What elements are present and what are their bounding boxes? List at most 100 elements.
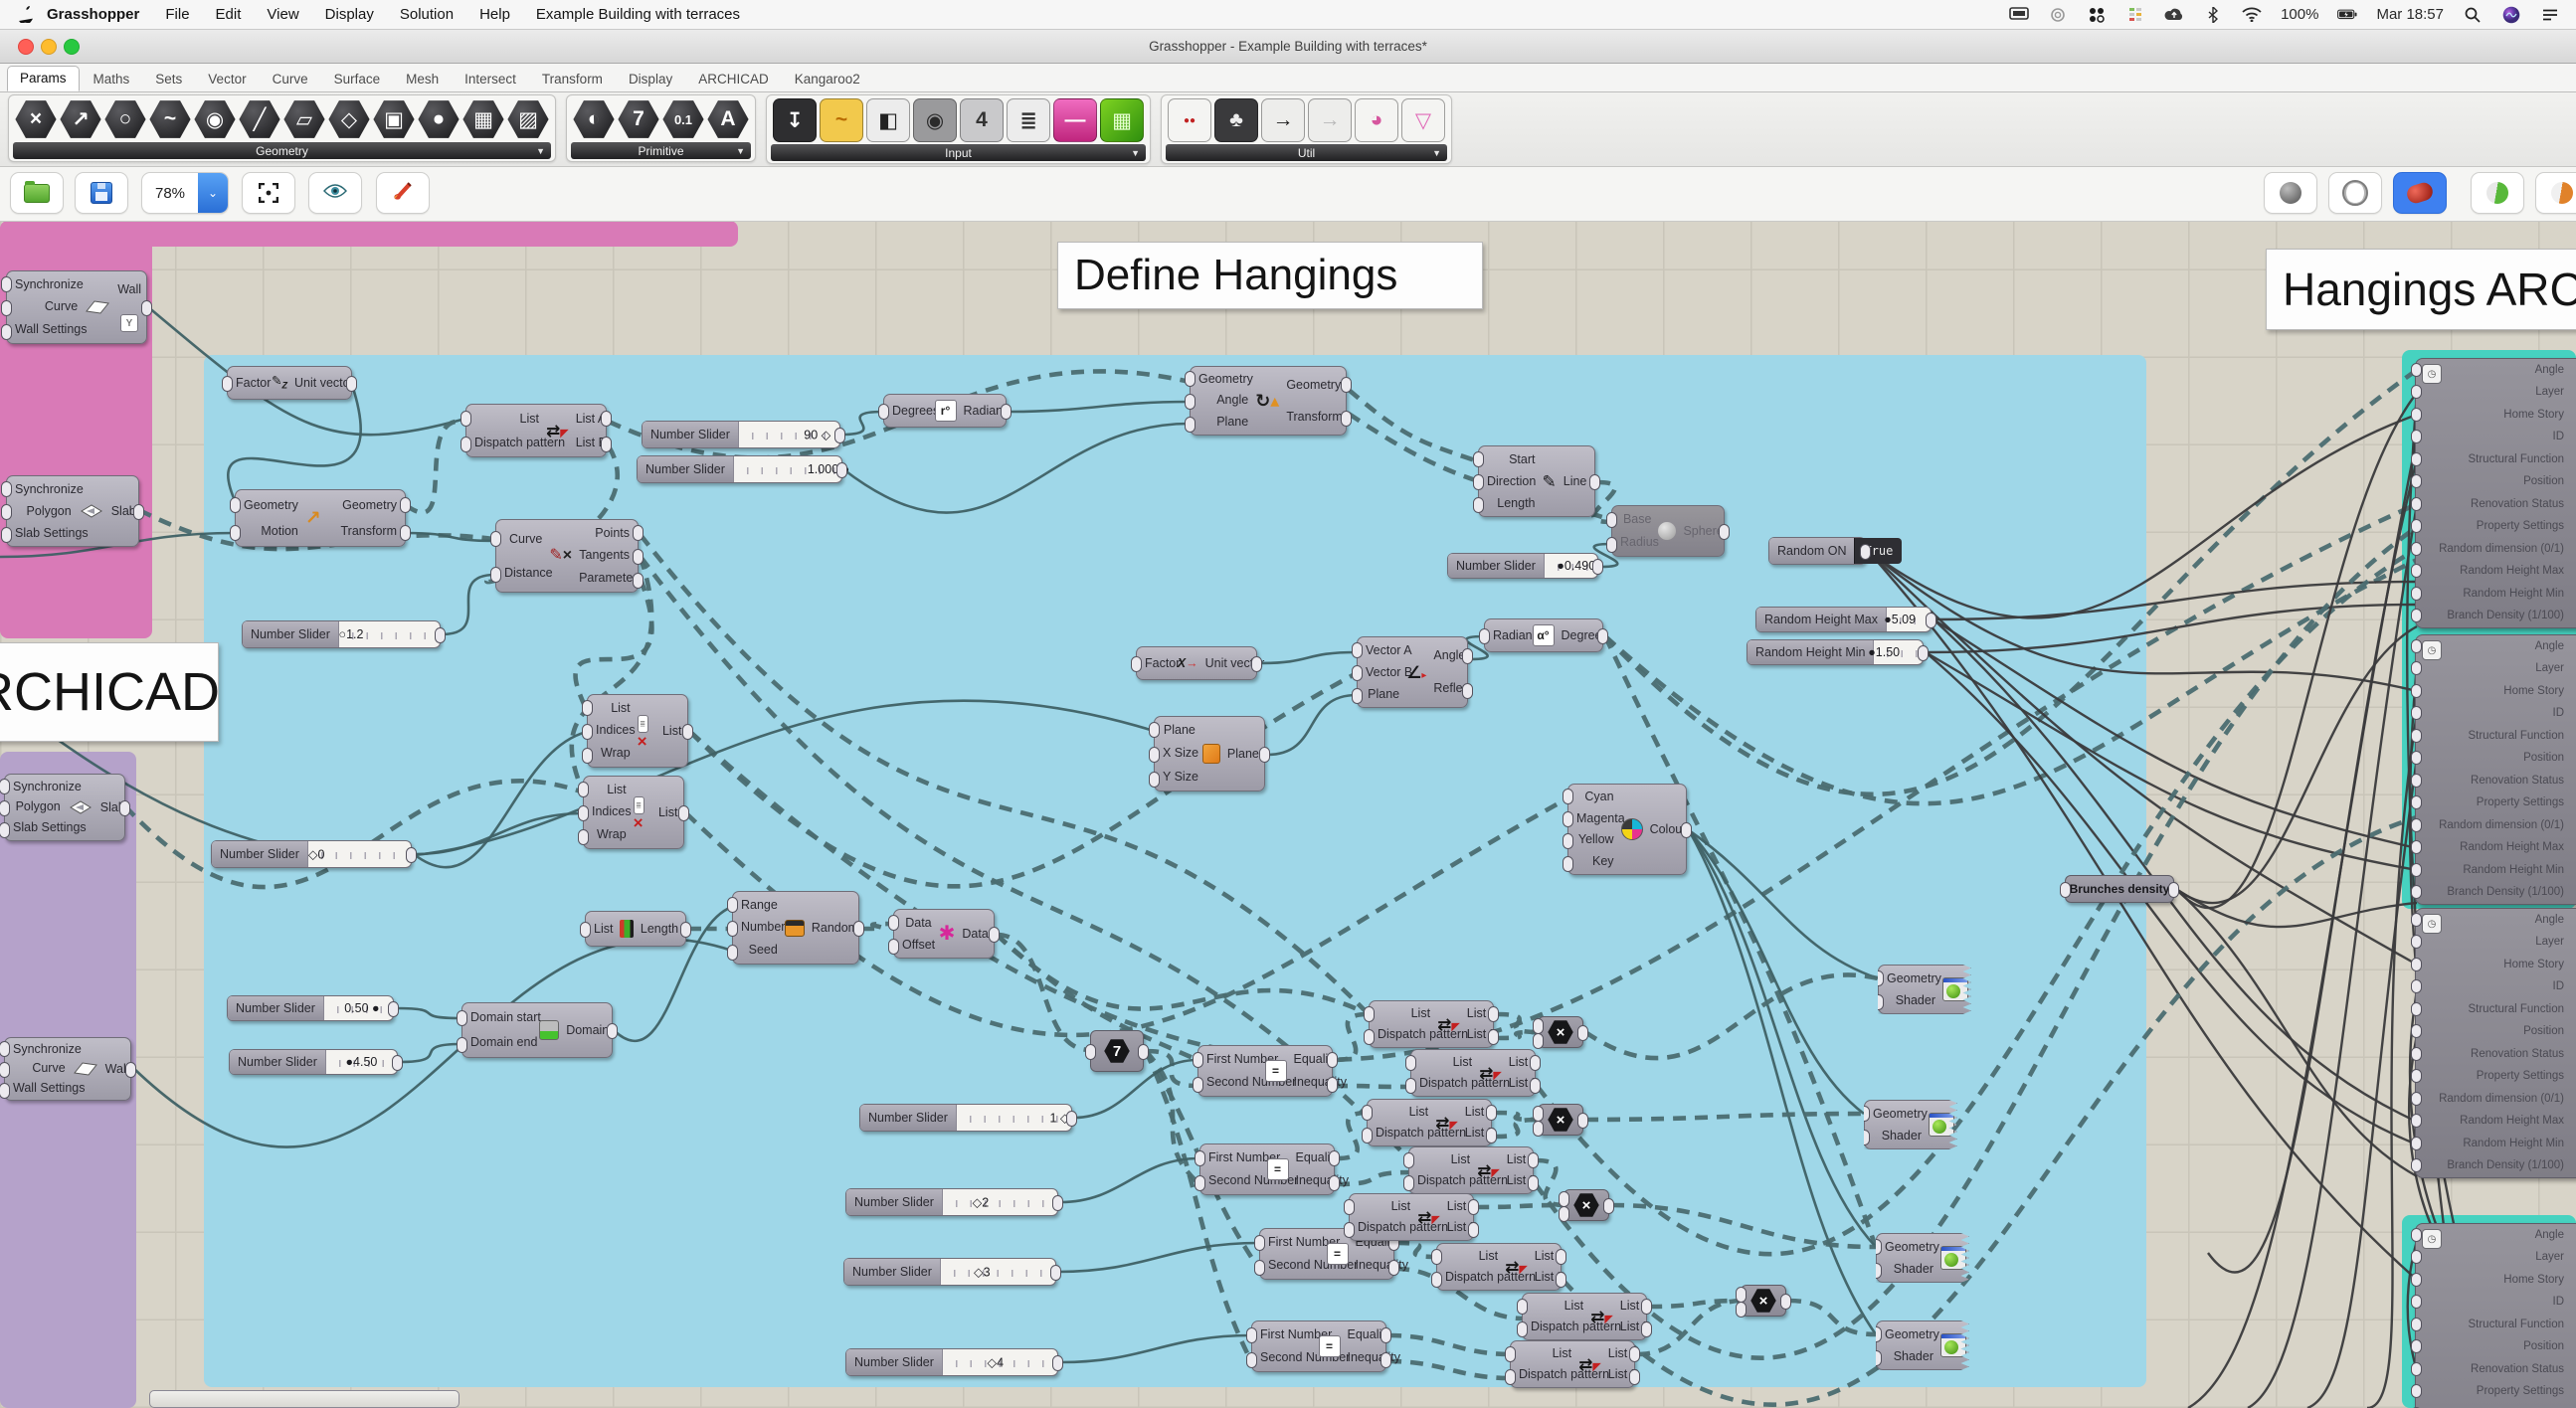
- draw-sketch-button[interactable]: [376, 172, 430, 214]
- open-file-button[interactable]: [10, 172, 64, 214]
- circle-icon[interactable]: ○: [104, 100, 146, 138]
- merge-x-node[interactable]: ×: [1559, 1189, 1614, 1222]
- input-port[interactable]: [1254, 1259, 1265, 1276]
- number-slider[interactable]: Number Slider ◇2: [845, 1188, 1063, 1216]
- input-port[interactable]: [1403, 1151, 1414, 1168]
- mesh-icon[interactable]: ▦: [462, 100, 504, 138]
- box-icon[interactable]: ▣: [373, 100, 415, 138]
- output-port[interactable]: [633, 572, 644, 589]
- input-port[interactable]: [230, 497, 241, 513]
- plane-component[interactable]: Plane X Size Y Size Plane: [1149, 716, 1270, 792]
- line-icon[interactable]: ╱: [239, 100, 280, 138]
- tab-archicad[interactable]: ARCHICAD: [686, 68, 781, 91]
- menu-item-grasshopper[interactable]: Grasshopper: [34, 6, 152, 23]
- input-port[interactable]: [2411, 728, 2422, 743]
- merge-x-node[interactable]: ×: [1533, 1016, 1588, 1049]
- archicad-object-panel[interactable]: ◷ Angle Layer Home Story ID Structural Functi…: [2411, 908, 2576, 1178]
- output-port[interactable]: [1780, 1294, 1791, 1310]
- input-port[interactable]: [2411, 1317, 2422, 1331]
- curve-icon[interactable]: ~: [149, 100, 191, 138]
- input-port[interactable]: [2411, 638, 2422, 653]
- input-port[interactable]: [1473, 450, 1484, 467]
- archicad-label[interactable]: ARCHICAD: [0, 642, 219, 742]
- output-port[interactable]: [1528, 1174, 1539, 1191]
- input-port[interactable]: [2411, 751, 2422, 765]
- input-port[interactable]: [0, 1041, 10, 1058]
- ribbon-expand-icon[interactable]: ▼: [1131, 148, 1140, 158]
- spiral-icon[interactable]: ◉: [194, 100, 236, 138]
- output-port[interactable]: [633, 525, 644, 541]
- archicad-object-panel[interactable]: ◷ Angle Layer Home Story ID Structural Functi…: [2411, 358, 2576, 628]
- menu-item-file[interactable]: File: [152, 6, 202, 23]
- shaded-preview-button[interactable]: [2393, 172, 2447, 214]
- number-slider[interactable]: Number Slider ●4.50: [229, 1049, 403, 1075]
- input-port[interactable]: [888, 939, 899, 955]
- output-port[interactable]: [1329, 1174, 1340, 1191]
- slider-rail[interactable]: 90 ◇: [737, 422, 839, 447]
- slider-rail[interactable]: ●1.50: [1868, 640, 1923, 664]
- ribbon-group-label[interactable]: Util ▼: [1166, 144, 1447, 161]
- merge-x-node[interactable]: ×: [1533, 1104, 1588, 1137]
- output-port[interactable]: [601, 411, 612, 427]
- tab-vector[interactable]: Vector: [196, 68, 258, 91]
- input-port[interactable]: [1149, 747, 1160, 763]
- slider-rail[interactable]: ○1.2: [337, 621, 440, 647]
- input-port[interactable]: [582, 724, 593, 740]
- output-port[interactable]: [1589, 474, 1600, 490]
- slider-rail[interactable]: ●0.490: [1543, 554, 1597, 578]
- input-port[interactable]: [0, 779, 10, 794]
- equals-component[interactable]: First Number Second Number = Equality Inequa…: [1246, 1320, 1400, 1372]
- output-port[interactable]: [1603, 1198, 1614, 1214]
- input-port[interactable]: [1533, 1105, 1544, 1122]
- siri-icon[interactable]: [2501, 6, 2521, 24]
- slider-icon[interactable]: ↧: [773, 98, 817, 142]
- number-slider[interactable]: Number Slider ◇0: [211, 840, 417, 868]
- output-port[interactable]: [1462, 682, 1473, 699]
- input-port[interactable]: [582, 700, 593, 716]
- slider-rail[interactable]: ◇4: [941, 1349, 1057, 1375]
- output-port[interactable]: [1629, 1368, 1640, 1385]
- dispatch-component[interactable]: List Dispatch pattern ⇄◤ List A List B: [1364, 1000, 1499, 1048]
- zoom-extents-button[interactable]: [242, 172, 295, 214]
- input-port[interactable]: [1563, 833, 1573, 850]
- archicad-object-panel[interactable]: ◷ Angle Layer Home Story ID Structural Functi…: [2411, 1223, 2576, 1408]
- output-port[interactable]: [1052, 1355, 1063, 1371]
- dispatch-component[interactable]: List Dispatch pattern ⇄◤ List A List B: [1403, 1146, 1539, 1194]
- output-port[interactable]: [1488, 1028, 1499, 1045]
- output-port[interactable]: [1341, 411, 1352, 427]
- input-port[interactable]: [2411, 496, 2422, 511]
- input-port[interactable]: [1149, 722, 1160, 739]
- input-port[interactable]: [1431, 1271, 1442, 1288]
- input-port[interactable]: [1352, 688, 1363, 705]
- output-port[interactable]: [141, 300, 152, 316]
- input-port[interactable]: [1344, 1221, 1355, 1238]
- archicad-object-panel[interactable]: ◷ Angle Layer Home Story ID Structural Functi…: [2411, 634, 2576, 905]
- input-port[interactable]: [1563, 810, 1573, 827]
- dispatch-component[interactable]: List Dispatch pattern ⇄◤ List A List B: [1431, 1243, 1566, 1291]
- panel-icon[interactable]: ≣: [1007, 98, 1050, 142]
- toggle-icon[interactable]: ◧: [866, 98, 910, 142]
- input-port[interactable]: [0, 821, 10, 838]
- input-port[interactable]: [2411, 912, 2422, 927]
- notification-list-icon[interactable]: [2540, 6, 2560, 24]
- input-port[interactable]: [1131, 656, 1142, 672]
- custom-preview-component[interactable]: Geometry Shader: [1876, 1233, 1969, 1283]
- input-port[interactable]: [1736, 1286, 1747, 1303]
- input-port[interactable]: [1473, 497, 1484, 514]
- sphere-icon[interactable]: ●: [418, 100, 460, 138]
- bluetooth-icon[interactable]: [2203, 6, 2223, 24]
- output-port[interactable]: [1380, 1326, 1391, 1343]
- search-icon[interactable]: [2463, 6, 2483, 24]
- preview-eye-button[interactable]: [308, 172, 362, 214]
- output-port[interactable]: [834, 428, 845, 443]
- list-length-component[interactable]: List Length: [580, 911, 691, 947]
- apple-menu-icon[interactable]: [18, 6, 34, 23]
- no-preview-button[interactable]: [2264, 172, 2317, 214]
- input-port[interactable]: [580, 922, 591, 938]
- input-port[interactable]: [1185, 394, 1196, 410]
- input-port[interactable]: [1185, 416, 1196, 433]
- input-port[interactable]: [2411, 1272, 2422, 1287]
- output-port[interactable]: [2168, 882, 2179, 898]
- input-port[interactable]: [878, 404, 889, 420]
- input-port[interactable]: [2411, 609, 2422, 622]
